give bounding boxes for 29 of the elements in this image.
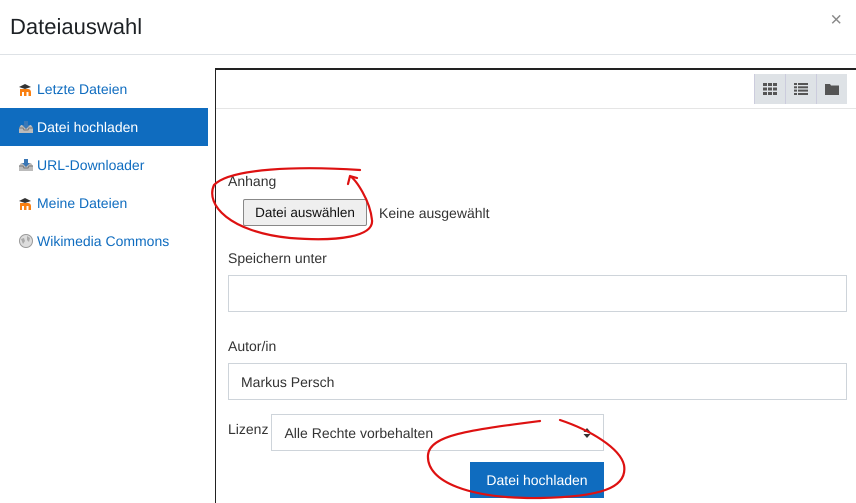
cap-icon xyxy=(18,195,34,211)
globe-icon xyxy=(18,233,34,249)
field-label: Anhang xyxy=(228,173,276,189)
grid-icon xyxy=(763,83,777,95)
field-label: Autor/in xyxy=(228,338,276,354)
sidebar-item[interactable]: Letzte Dateien xyxy=(0,70,208,108)
dialog-title: Dateiauswahl xyxy=(10,14,142,40)
choose-file-button[interactable]: Datei auswählen xyxy=(243,199,367,226)
grid-view-button[interactable] xyxy=(754,74,785,104)
sidebar-item[interactable]: Datei hochladen xyxy=(0,108,208,146)
field-label: Speichern unter xyxy=(228,250,327,266)
tray-icon xyxy=(18,119,34,135)
input-field[interactable]: Markus Persch xyxy=(228,363,847,400)
sidebar-item[interactable]: Wikimedia Commons xyxy=(0,222,208,260)
cap-icon xyxy=(18,81,34,97)
file-status: Keine ausgewählt xyxy=(379,204,490,220)
input-field[interactable] xyxy=(228,275,847,312)
license-select[interactable]: Alle Rechte vorbehalten xyxy=(271,414,604,451)
sidebar-item[interactable]: URL-Downloader xyxy=(0,146,208,184)
list-view-button[interactable] xyxy=(785,74,816,104)
sort-arrows-icon xyxy=(583,426,592,438)
field-label: Lizenz xyxy=(228,420,268,436)
folder-view-button[interactable] xyxy=(816,74,847,104)
close-button[interactable]: × xyxy=(826,8,846,32)
upload-button[interactable]: Datei hochladen xyxy=(470,462,604,498)
folder-icon xyxy=(825,83,839,95)
list-icon xyxy=(794,83,808,95)
sidebar-item[interactable]: Meine Dateien xyxy=(0,184,208,222)
tray-icon xyxy=(18,157,34,173)
